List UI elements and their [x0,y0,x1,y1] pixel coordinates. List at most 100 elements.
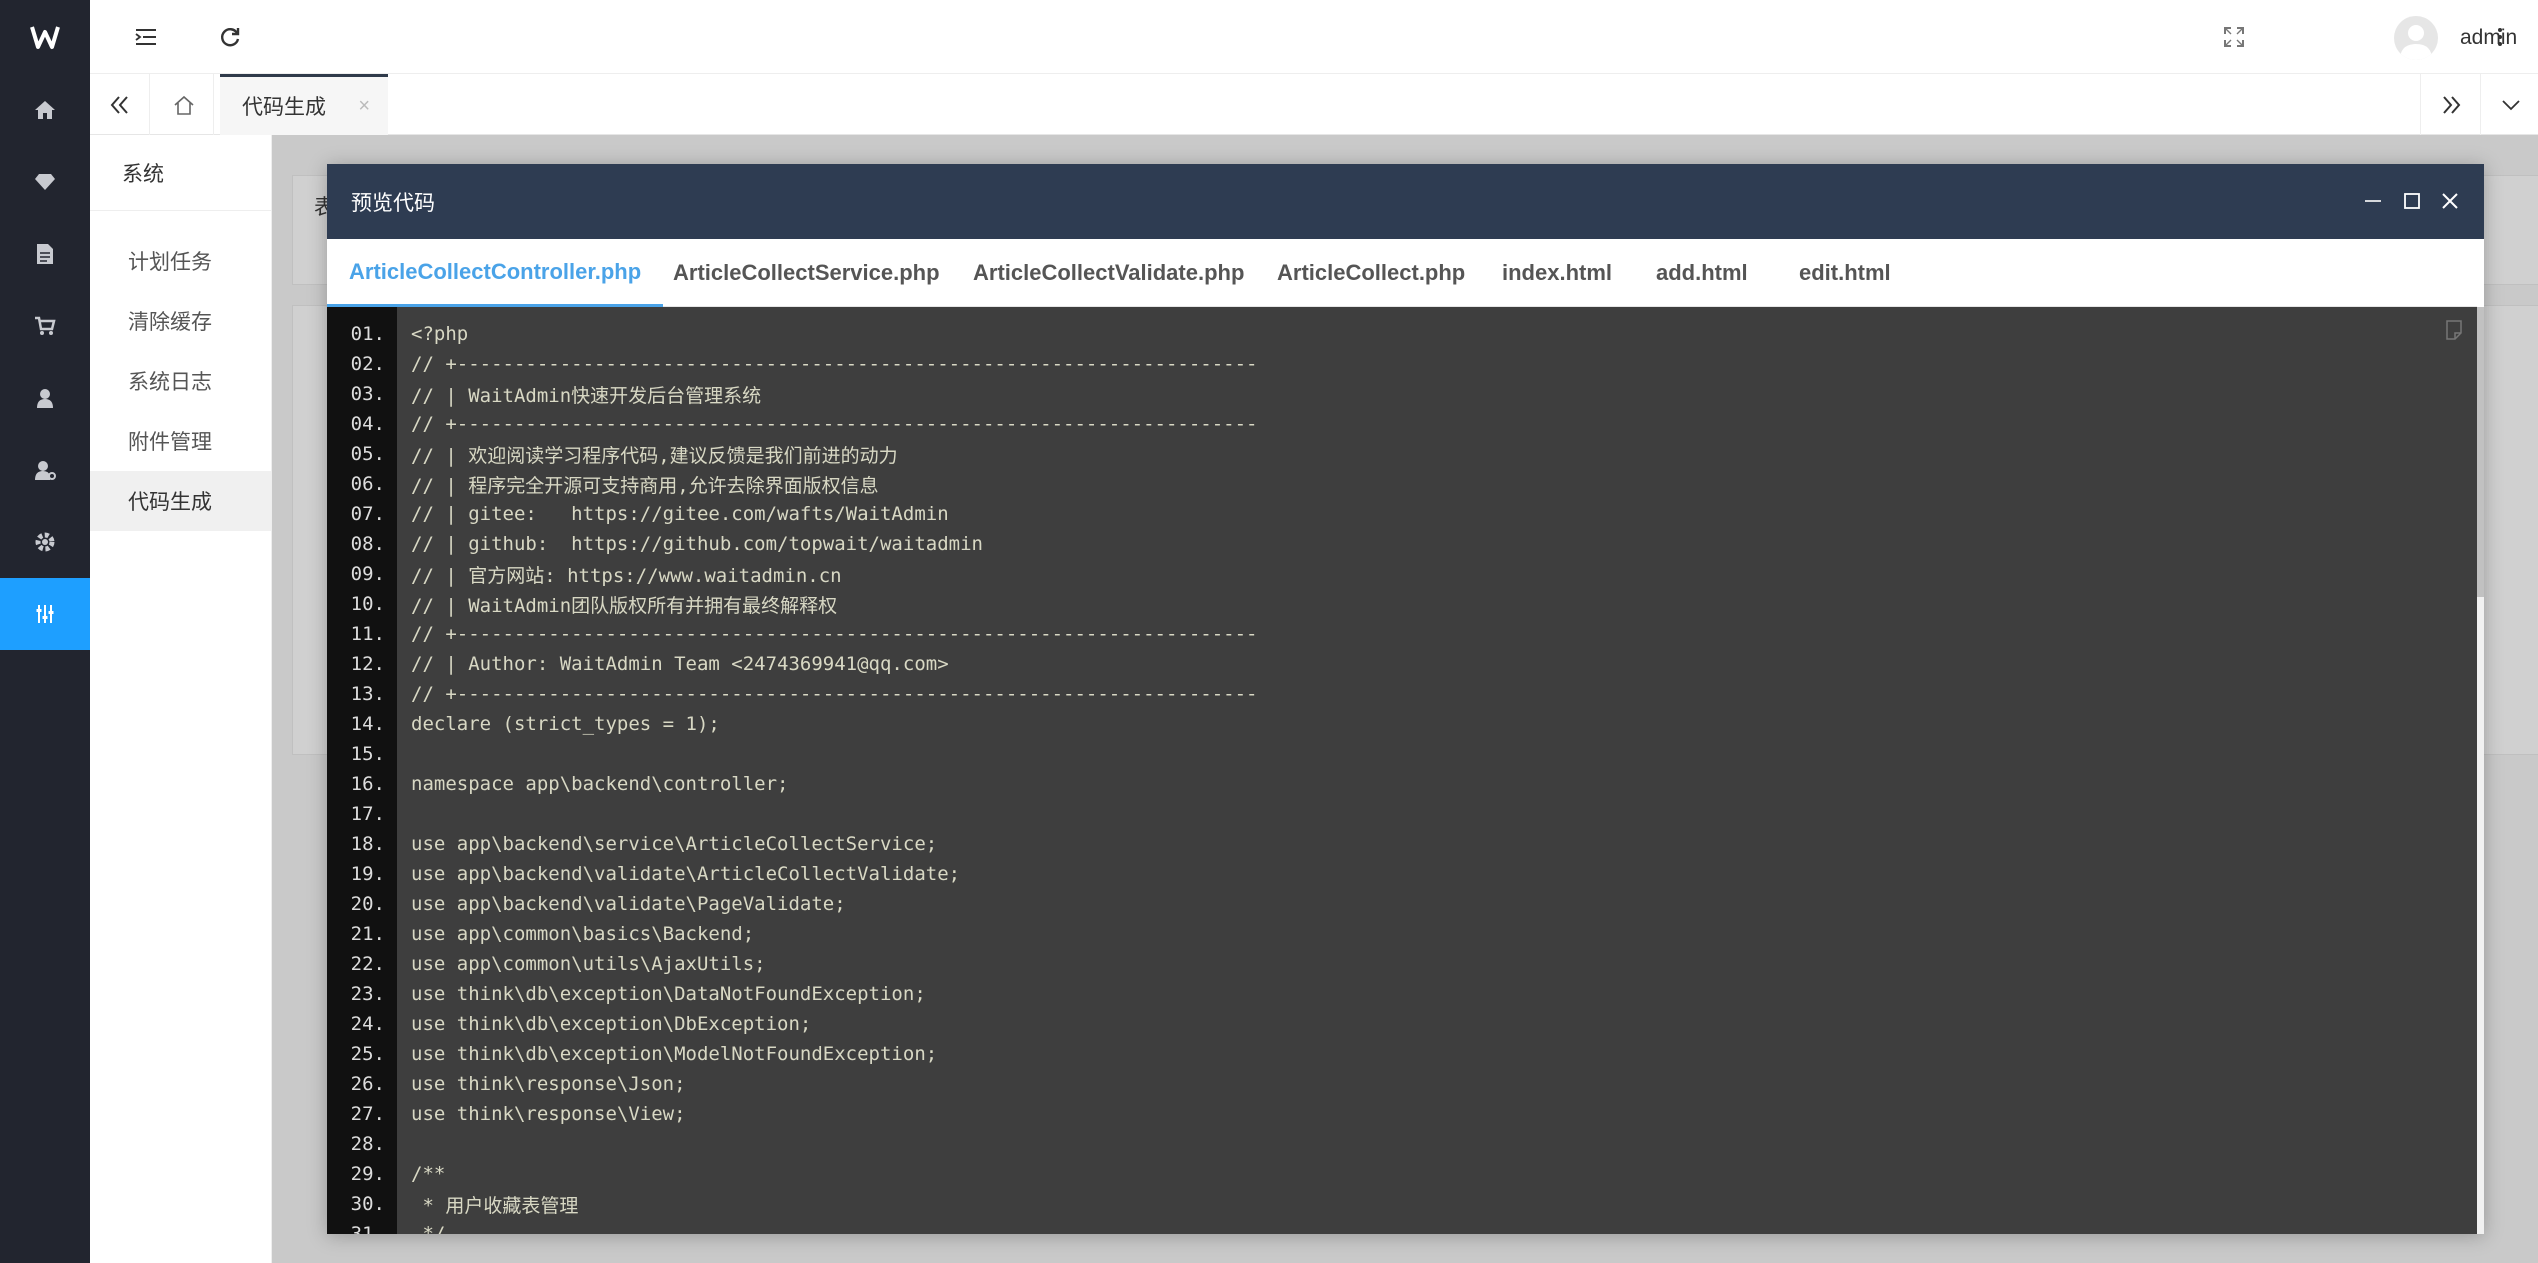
scrollbar-thumb[interactable] [2477,307,2484,597]
line-number: 22. [350,953,385,975]
rail-user-manage[interactable] [0,434,90,506]
code-line: 14. declare (strict_types = 1); [327,709,720,739]
code-text: // | WaitAdmin快速开发后台管理系统 [411,384,762,407]
user-icon [37,389,53,408]
code-text: use app\common\utils\AjaxUtils; [411,953,766,975]
line-number: 21. [350,923,385,945]
rail-settings[interactable] [0,506,90,578]
code-text: // +------------------------------------… [411,413,1258,435]
code-line: 11. // +---------------------------------… [327,619,1258,649]
tab-add-html[interactable]: add.html [1656,239,1748,307]
double-chevron-left-icon [110,95,128,114]
system-submenu: 系统 计划任务 清除缓存 系统日志 附件管理 代码生成 [90,135,272,1263]
brand-logo[interactable] [0,0,90,74]
code-line: 10. // | WaitAdmin团队版权所有并拥有最终解释权 [327,589,837,619]
modal-maximize-button[interactable] [2395,184,2429,218]
code-line: 31. */ [327,1219,446,1234]
code-line: 12. // | Author: WaitAdmin Team <24743699… [327,649,949,679]
rail-diamond[interactable] [0,146,90,218]
tab-code-generation[interactable]: 代码生成 × [220,74,388,135]
rail-user[interactable] [0,362,90,434]
tab-model-file[interactable]: ArticleCollect.php [1277,239,1465,307]
submenu-item-clear-cache[interactable]: 清除缓存 [90,291,271,351]
tab-index-html[interactable]: index.html [1502,239,1612,307]
rail-dev-tools[interactable] [0,578,90,650]
code-text: // | Author: WaitAdmin Team <2474369941@… [411,653,949,675]
menu-fold-icon [135,29,156,45]
home-tab-button[interactable] [154,74,214,135]
line-number: 29. [350,1163,385,1185]
code-text: // | 程序完全开源可支持商用,允许去除界面版权信息 [411,474,879,497]
code-text: <?php [411,323,469,345]
code-text: use think\response\Json; [411,1073,686,1095]
code-line: 24. use think\db\exception\DbException; [327,1009,812,1039]
modal-minimize-button[interactable] [2356,184,2390,218]
code-line: 09. // | 官方网站: https://www.waitadmin.cn [327,559,842,589]
tab-edit-html[interactable]: edit.html [1799,239,1891,307]
sidebar-toggle-button[interactable] [128,19,164,55]
more-vertical-icon [2498,28,2502,46]
more-menu-button[interactable] [2482,19,2518,55]
tabs-scroll-right-button[interactable] [2420,74,2480,135]
code-line: 15. [327,739,385,769]
code-line: 26. use think\response\Json; [327,1069,686,1099]
maximize-icon [2404,193,2420,209]
copy-icon[interactable] [2443,319,2465,341]
code-line: 19. use app\backend\validate\ArticleColle… [327,859,960,889]
line-number: 09. [350,563,385,585]
code-line: 22. use app\common\utils\AjaxUtils; [327,949,766,979]
line-number: 10. [350,593,385,615]
logo-icon [30,26,60,49]
tabs-scroll-left-button[interactable] [90,74,150,135]
fullscreen-button[interactable] [2216,19,2252,55]
line-number: 13. [350,683,385,705]
code-line: 13. // +---------------------------------… [327,679,1258,709]
line-number: 30. [350,1193,385,1215]
tab-close-icon[interactable]: × [358,95,370,118]
home-icon [35,101,55,119]
code-line: 29. /** [327,1159,446,1189]
rail-document[interactable] [0,218,90,290]
avatar[interactable] [2394,16,2438,60]
tab-validate-file[interactable]: ArticleCollectValidate.php [973,239,1244,307]
code-line: 07. // | gitee: https://gitee.com/wafts/W… [327,499,949,529]
line-number: 31. [350,1223,385,1234]
refresh-button[interactable] [212,19,248,55]
code-text: */ [411,1223,446,1234]
rail-cart[interactable] [0,290,90,362]
code-line: 30. * 用户收藏表管理 [327,1189,579,1219]
code-text: // | gitee: https://gitee.com/wafts/Wait… [411,503,949,525]
minimize-icon [2365,200,2381,202]
code-text: // | WaitAdmin团队版权所有并拥有最终解释权 [411,594,838,617]
modal-close-button[interactable] [2433,184,2467,218]
double-chevron-right-icon [2442,95,2460,114]
document-icon [37,244,53,264]
submenu-item-system-log[interactable]: 系统日志 [90,351,271,411]
code-line: 28. [327,1129,385,1159]
submenu-item-attachments[interactable]: 附件管理 [90,411,271,471]
line-number: 15. [350,743,385,765]
preview-code-modal: 预览代码 ArticleCollectController.php Articl… [327,164,2484,1234]
line-number: 19. [350,863,385,885]
code-line: 25. use think\db\exception\ModelNotFoundE… [327,1039,938,1069]
tab-service-file[interactable]: ArticleCollectService.php [673,239,940,307]
diamond-icon [35,174,55,190]
submenu-item-scheduled-tasks[interactable]: 计划任务 [90,231,271,291]
line-number: 28. [350,1133,385,1155]
tab-controller-file[interactable]: ArticleCollectController.php [327,239,664,307]
tabs-menu-button[interactable] [2480,74,2538,135]
user-manage-icon [35,461,56,480]
submenu-item-code-generation[interactable]: 代码生成 [90,471,271,531]
code-viewer[interactable]: 01. <?php 02. // +-------------------------… [327,307,2477,1234]
code-scrollbar[interactable] [2477,307,2484,1234]
line-number: 11. [350,623,385,645]
tab-label: 代码生成 [242,96,326,119]
rail-home[interactable] [0,74,90,146]
code-text: // +------------------------------------… [411,353,1258,375]
modal-title: 预览代码 [351,191,435,215]
line-number: 03. [350,383,385,405]
code-text: declare (strict_types = 1); [411,713,720,735]
code-line: 02. // +---------------------------------… [327,349,1258,379]
cart-icon [35,316,56,335]
chevron-down-icon [2501,99,2520,110]
